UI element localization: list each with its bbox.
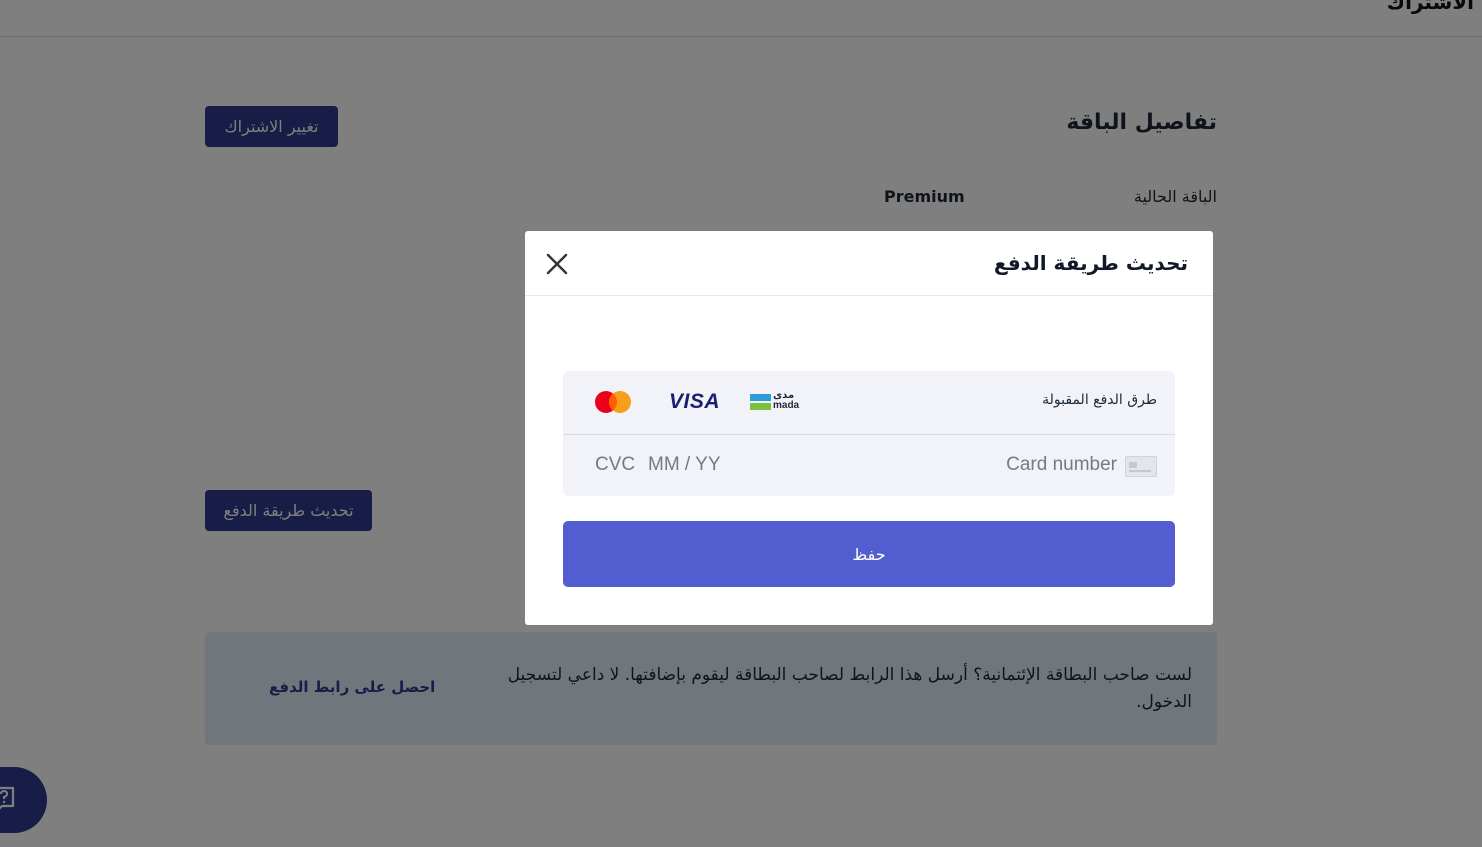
save-button[interactable]: حفظ <box>563 521 1175 587</box>
modal-header: تحديث طريقة الدفع <box>525 231 1213 296</box>
mastercard-logo-icon <box>595 391 631 413</box>
mada-logo-english: mada <box>773 400 800 411</box>
update-payment-modal: تحديث طريقة الدفع طرق الدفع المقبولة VIS… <box>525 231 1213 625</box>
visa-logo-icon: VISA <box>669 390 721 413</box>
expiry-input[interactable]: MM / YY <box>648 454 721 476</box>
accepted-methods-row: طرق الدفع المقبولة VISA مدى mada <box>563 371 1175 435</box>
close-icon <box>546 253 568 275</box>
mada-logo-icon: مدى mada <box>750 390 800 412</box>
accepted-methods-label: طرق الدفع المقبولة <box>1042 392 1157 408</box>
close-button[interactable] <box>545 252 569 276</box>
modal-title: تحديث طريقة الدفع <box>993 251 1188 275</box>
cvc-input[interactable]: CVC <box>595 454 635 476</box>
credit-card-icon <box>1125 456 1157 477</box>
payment-form-panel: طرق الدفع المقبولة VISA مدى mada Card nu… <box>563 371 1175 496</box>
card-number-input[interactable]: Card number <box>1006 454 1117 476</box>
card-input-row: Card number MM / YY CVC <box>563 435 1175 496</box>
